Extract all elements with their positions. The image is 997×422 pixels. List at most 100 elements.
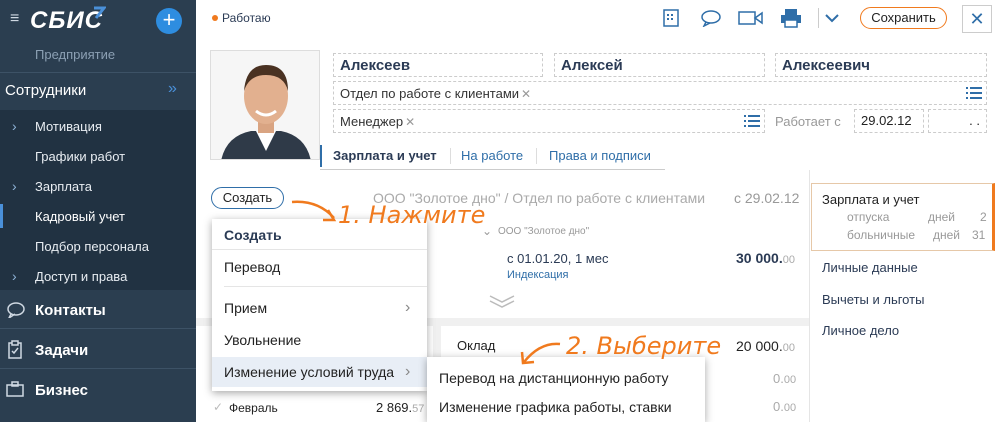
submenu-item-schedule[interactable]: Изменение графика работы, ставки [439,399,672,415]
company-name[interactable]: Предприятие [35,47,115,62]
sidebar: ≡ СБИС + Предприятие Сотрудники » › Моти… [0,0,196,422]
employee-photo[interactable] [210,50,320,160]
period-text: с 01.01.20, 1 мес [507,251,609,266]
chevron-right-icon[interactable]: › [12,268,17,284]
menu-item-hire[interactable]: Прием [224,300,267,316]
annotation-step1: 1. Нажмите [338,201,486,229]
status-label[interactable]: Работаю [222,11,271,25]
expand-chevron-icon[interactable] [488,294,516,308]
sidebar-item-access[interactable]: Доступ и права [35,269,127,284]
chevron-down-icon[interactable] [824,12,840,24]
arrow-annotation-1 [291,200,337,222]
collapse-icon[interactable]: » [168,80,177,98]
sidebar-item-salary[interactable]: Зарплата [35,179,92,194]
sidebar-divider [0,328,196,329]
sidebar-submenu [0,110,196,290]
comment-icon[interactable] [700,9,722,27]
position-tag: Менеджер [340,114,404,129]
row2-decimals: 00 [783,402,797,414]
menu-title[interactable]: Создать [224,227,282,243]
sidebar-section-contacts[interactable]: Контакты [35,302,106,319]
middle-name-field[interactable]: Алексеевич [775,53,987,77]
amount-value: 30 000.00 [736,250,795,266]
link-personal-file[interactable]: Личное дело [822,323,899,338]
chat-icon [7,302,25,318]
remove-tag-icon[interactable]: ✕ [405,115,415,129]
link-personal-data[interactable]: Личные данные [822,260,918,275]
briefcase-icon [6,381,24,397]
tab-separator [536,148,537,164]
org-small: ООО "Золотое дно" [498,226,590,237]
sick-value: 31 [972,228,986,242]
amount-decimals: 00 [782,254,795,266]
logo-mark-icon [94,6,106,19]
menu-divider [224,286,427,287]
calendar-icon[interactable] [662,8,680,28]
first-name-value: Алексей [561,57,623,74]
video-icon[interactable] [738,10,764,26]
row1-integer: 0. [773,371,784,386]
list-icon[interactable] [744,114,760,128]
works-since-value: 29.02.12 [861,113,912,128]
chevron-right-icon[interactable]: › [12,118,17,134]
sidebar-item-motivation[interactable]: Мотивация [35,119,102,134]
menu-icon[interactable]: ≡ [10,10,19,28]
chevron-right-icon[interactable]: › [12,178,17,194]
month-decimals: 57 [412,403,425,415]
first-name-field[interactable]: Алексей [554,53,765,77]
salary-integer: 20 000. [736,338,783,354]
works-since-field[interactable]: 29.02.12 [854,109,924,133]
status-dot-icon [212,15,218,21]
arrow-annotation-2 [520,342,561,365]
sidebar-section-tasks[interactable]: Задачи [35,342,88,359]
period-note: Индексация [507,269,569,281]
tab-salary[interactable]: Зарплата и учет [333,148,437,163]
checkmark-icon: ✓ [213,400,224,414]
chevron-right-icon: › [405,299,411,316]
menu-item-dismissal[interactable]: Увольнение [224,332,301,348]
last-name-field[interactable]: Алексеев [333,53,543,77]
tab-at-work[interactable]: На работе [461,148,523,163]
add-button[interactable]: + [156,8,182,34]
sidebar-item-schedules[interactable]: Графики работ [35,149,125,164]
row2-integer: 0. [773,399,784,414]
sidebar-section-business[interactable]: Бизнес [35,382,88,399]
salary-amount: 20 000.00 [736,338,795,354]
tab-separator [450,148,451,164]
menu-item-change-conditions[interactable]: Изменение условий труда [224,364,394,380]
row1-amount: 0.00 [773,371,796,386]
month-amount: 2 869.57 [376,400,424,415]
list-icon[interactable] [966,86,982,100]
sidebar-divider [0,368,196,369]
right-panel-title: Зарплата и учет [822,192,920,207]
sidebar-item-recruiting[interactable]: Подбор персонала [35,239,149,254]
create-button-label: Создать [222,190,273,205]
sidebar-section-employees[interactable]: Сотрудники » [0,80,196,102]
salary-label: Оклад [457,338,496,353]
save-button[interactable]: Сохранить [860,7,947,29]
position-field[interactable]: Менеджер ✕ [333,109,765,133]
menu-item-transfer[interactable]: Перевод [224,259,280,275]
vacation-label: отпуска [847,210,890,224]
toolbar-separator [818,8,819,28]
link-deductions[interactable]: Вычеты и льготы [822,292,924,307]
sidebar-item-hr[interactable]: Кадровый учет [35,209,125,224]
chevron-right-icon: › [405,363,411,380]
print-icon[interactable] [780,8,802,28]
right-panel-divider [809,170,810,422]
org-date: с 29.02.12 [734,190,800,206]
save-button-label: Сохранить [871,10,936,25]
vacation-unit: дней [928,210,956,224]
clipboard-icon [8,340,22,359]
department-field[interactable]: Отдел по работе с клиентами ✕ [333,81,987,105]
middle-name-value: Алексеевич [782,57,870,74]
create-button[interactable]: Создать [211,187,284,209]
sidebar-divider [0,72,196,73]
works-since-label: Работает с [775,114,841,129]
remove-tag-icon[interactable]: ✕ [521,87,531,101]
tab-rights[interactable]: Права и подписи [549,148,651,163]
submenu-item-remote[interactable]: Перевод на дистанционную работу [439,370,669,386]
works-until-field[interactable]: . . [928,109,987,133]
close-button[interactable]: ✕ [962,5,992,33]
vacation-value: 2 [980,210,987,224]
